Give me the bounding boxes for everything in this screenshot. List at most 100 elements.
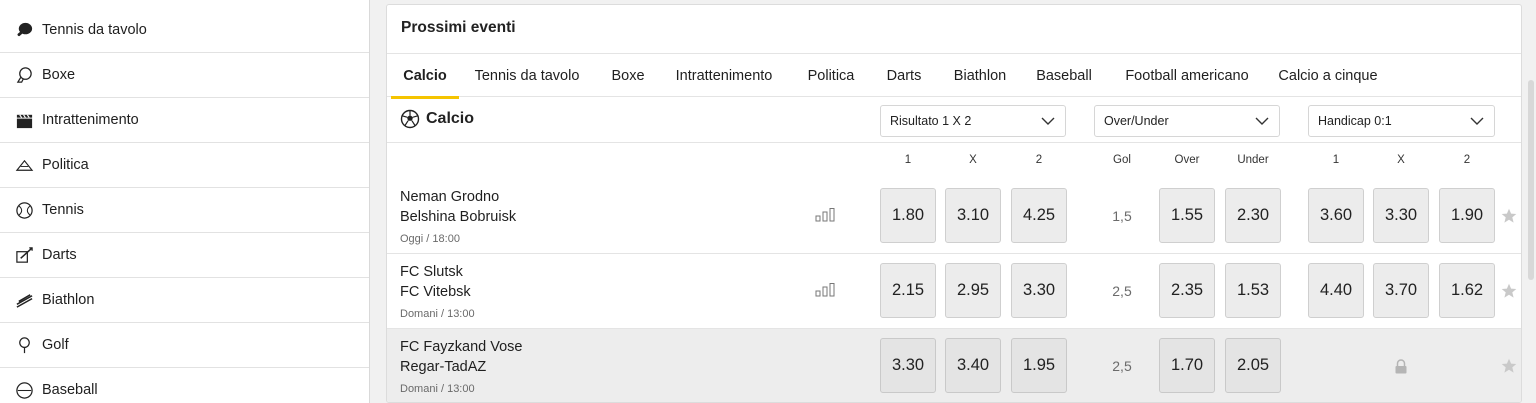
sidebar-item-biathlon[interactable]: Biathlon <box>0 278 369 323</box>
match-row[interactable]: FC Slutsk FC Vitebsk Domani / 13:00 2.15… <box>387 254 1521 329</box>
favorite-star-icon[interactable] <box>1501 358 1517 374</box>
odd-button-1[interactable]: 2.15 <box>880 263 936 318</box>
baseball-icon <box>14 380 34 400</box>
odd-button-1[interactable]: 3.30 <box>880 338 936 393</box>
sidebar-item-politica[interactable]: Politica <box>0 143 369 188</box>
tab-intrattenimento[interactable]: Intrattenimento <box>671 54 777 97</box>
column-header-handicap-2: 2 <box>1463 154 1471 166</box>
golf-icon <box>14 335 34 355</box>
odd-button-handicap-2[interactable]: 1.62 <box>1439 263 1495 318</box>
column-header-under: Under <box>1237 154 1269 166</box>
odd-button-2[interactable]: 4.25 <box>1011 188 1067 243</box>
market-select-handicap[interactable]: Handicap 0:1 <box>1308 105 1495 137</box>
market-select-value: Handicap 0:1 <box>1318 114 1392 128</box>
market-select-over-under[interactable]: Over/Under <box>1094 105 1280 137</box>
politics-icon <box>14 155 34 175</box>
sport-tabs: Calcio Tennis da tavolo Boxe Intrattenim… <box>387 53 1521 99</box>
market-select-value: Risultato 1 X 2 <box>890 114 972 128</box>
goal-line: 2,5 <box>1112 358 1132 374</box>
tab-calcio[interactable]: Calcio <box>391 54 459 99</box>
column-header-handicap-x: X <box>1397 154 1405 166</box>
sidebar-item-boxe[interactable]: Boxe <box>0 53 369 98</box>
match-row[interactable]: Neman Grodno Belshina Bobruisk Oggi / 18… <box>387 179 1521 254</box>
stats-icon[interactable] <box>815 283 837 297</box>
odd-button-over[interactable]: 1.55 <box>1159 188 1215 243</box>
table-tennis-icon <box>14 20 34 40</box>
sidebar-item-darts[interactable]: Darts <box>0 233 369 278</box>
tab-baseball[interactable]: Baseball <box>1033 54 1095 97</box>
chevron-down-icon <box>1470 117 1484 125</box>
section-title: Calcio <box>400 109 474 129</box>
odd-button-handicap-x[interactable]: 3.30 <box>1373 188 1429 243</box>
away-team[interactable]: Belshina Bobruisk <box>400 209 516 225</box>
sidebar-item-label: Darts <box>42 247 77 263</box>
match-row[interactable]: FC Fayzkand Vose Regar-TadAZ Domani / 13… <box>387 329 1521 402</box>
chevron-down-icon <box>1041 117 1055 125</box>
market-select-1x2[interactable]: Risultato 1 X 2 <box>880 105 1066 137</box>
column-header-1: 1 <box>904 154 912 166</box>
home-team[interactable]: FC Slutsk <box>400 264 463 280</box>
lock-icon <box>1395 359 1407 374</box>
match-time: Domani / 13:00 <box>400 308 475 320</box>
sidebar-item-golf[interactable]: Golf <box>0 323 369 368</box>
away-team[interactable]: FC Vitebsk <box>400 284 471 300</box>
upcoming-events-panel: Prossimi eventi Calcio Tennis da tavolo … <box>386 4 1522 403</box>
sports-sidebar: Tennis da tavolo Boxe Intrattenimento Po… <box>0 0 370 403</box>
odd-button-under[interactable]: 1.53 <box>1225 263 1281 318</box>
sidebar-item-table-tennis[interactable]: Tennis da tavolo <box>0 8 369 53</box>
odd-button-handicap-1[interactable]: 4.40 <box>1308 263 1364 318</box>
odd-button-x[interactable]: 3.40 <box>945 338 1001 393</box>
home-team[interactable]: FC Fayzkand Vose <box>400 339 523 355</box>
odd-button-handicap-2[interactable]: 1.90 <box>1439 188 1495 243</box>
odd-button-2[interactable]: 3.30 <box>1011 263 1067 318</box>
tab-calcio-a-cinque[interactable]: Calcio a cinque <box>1273 54 1383 97</box>
sidebar-item-label: Tennis da tavolo <box>42 22 147 38</box>
odd-button-handicap-1[interactable]: 3.60 <box>1308 188 1364 243</box>
tab-football-americano[interactable]: Football americano <box>1121 54 1253 97</box>
odd-button-under[interactable]: 2.30 <box>1225 188 1281 243</box>
panel-title: Prossimi eventi <box>401 19 516 36</box>
sidebar-item-label: Intrattenimento <box>42 112 139 128</box>
page-scrollbar[interactable] <box>1528 80 1534 280</box>
biathlon-icon <box>14 290 34 310</box>
column-header-x: X <box>969 154 977 166</box>
odd-button-x[interactable]: 3.10 <box>945 188 1001 243</box>
stats-icon[interactable] <box>815 208 837 222</box>
match-time: Domani / 13:00 <box>400 383 475 395</box>
favorite-star-icon[interactable] <box>1501 208 1517 224</box>
column-header-gol: Gol <box>1113 154 1131 166</box>
sidebar-item-label: Politica <box>42 157 89 173</box>
tab-biathlon[interactable]: Biathlon <box>947 54 1013 97</box>
sidebar-item-intrattenimento[interactable]: Intrattenimento <box>0 98 369 143</box>
odd-button-1[interactable]: 1.80 <box>880 188 936 243</box>
clapperboard-icon <box>14 110 34 130</box>
odd-button-x[interactable]: 2.95 <box>945 263 1001 318</box>
tab-boxe[interactable]: Boxe <box>605 54 651 97</box>
odd-button-handicap-x[interactable]: 3.70 <box>1373 263 1429 318</box>
odd-button-over[interactable]: 1.70 <box>1159 338 1215 393</box>
section-title-label: Calcio <box>426 110 475 127</box>
away-team[interactable]: Regar-TadAZ <box>400 359 486 375</box>
column-header-over: Over <box>1174 154 1200 166</box>
sidebar-item-label: Boxe <box>42 67 76 83</box>
column-header-handicap-1: 1 <box>1332 154 1340 166</box>
sidebar-item-baseball[interactable]: Baseball <box>0 368 369 403</box>
odd-button-over[interactable]: 2.35 <box>1159 263 1215 318</box>
market-select-value: Over/Under <box>1104 114 1169 128</box>
odd-button-under[interactable]: 2.05 <box>1225 338 1281 393</box>
darts-icon <box>14 245 34 265</box>
soccer-ball-icon <box>400 109 420 129</box>
goal-line: 2,5 <box>1112 283 1132 299</box>
boxing-glove-icon <box>14 65 34 85</box>
tab-tennis-da-tavolo[interactable]: Tennis da tavolo <box>471 54 583 97</box>
home-team[interactable]: Neman Grodno <box>400 189 499 205</box>
sidebar-item-label: Tennis <box>42 202 84 218</box>
sidebar-item-label: Baseball <box>42 382 98 398</box>
odd-button-2[interactable]: 1.95 <box>1011 338 1067 393</box>
tab-darts[interactable]: Darts <box>881 54 927 97</box>
tab-politica[interactable]: Politica <box>801 54 861 97</box>
sidebar-item-tennis[interactable]: Tennis <box>0 188 369 233</box>
favorite-star-icon[interactable] <box>1501 283 1517 299</box>
sidebar-item-label: Golf <box>42 337 69 353</box>
section-header: Calcio Risultato 1 X 2 Over/Under Handic… <box>387 97 1521 143</box>
